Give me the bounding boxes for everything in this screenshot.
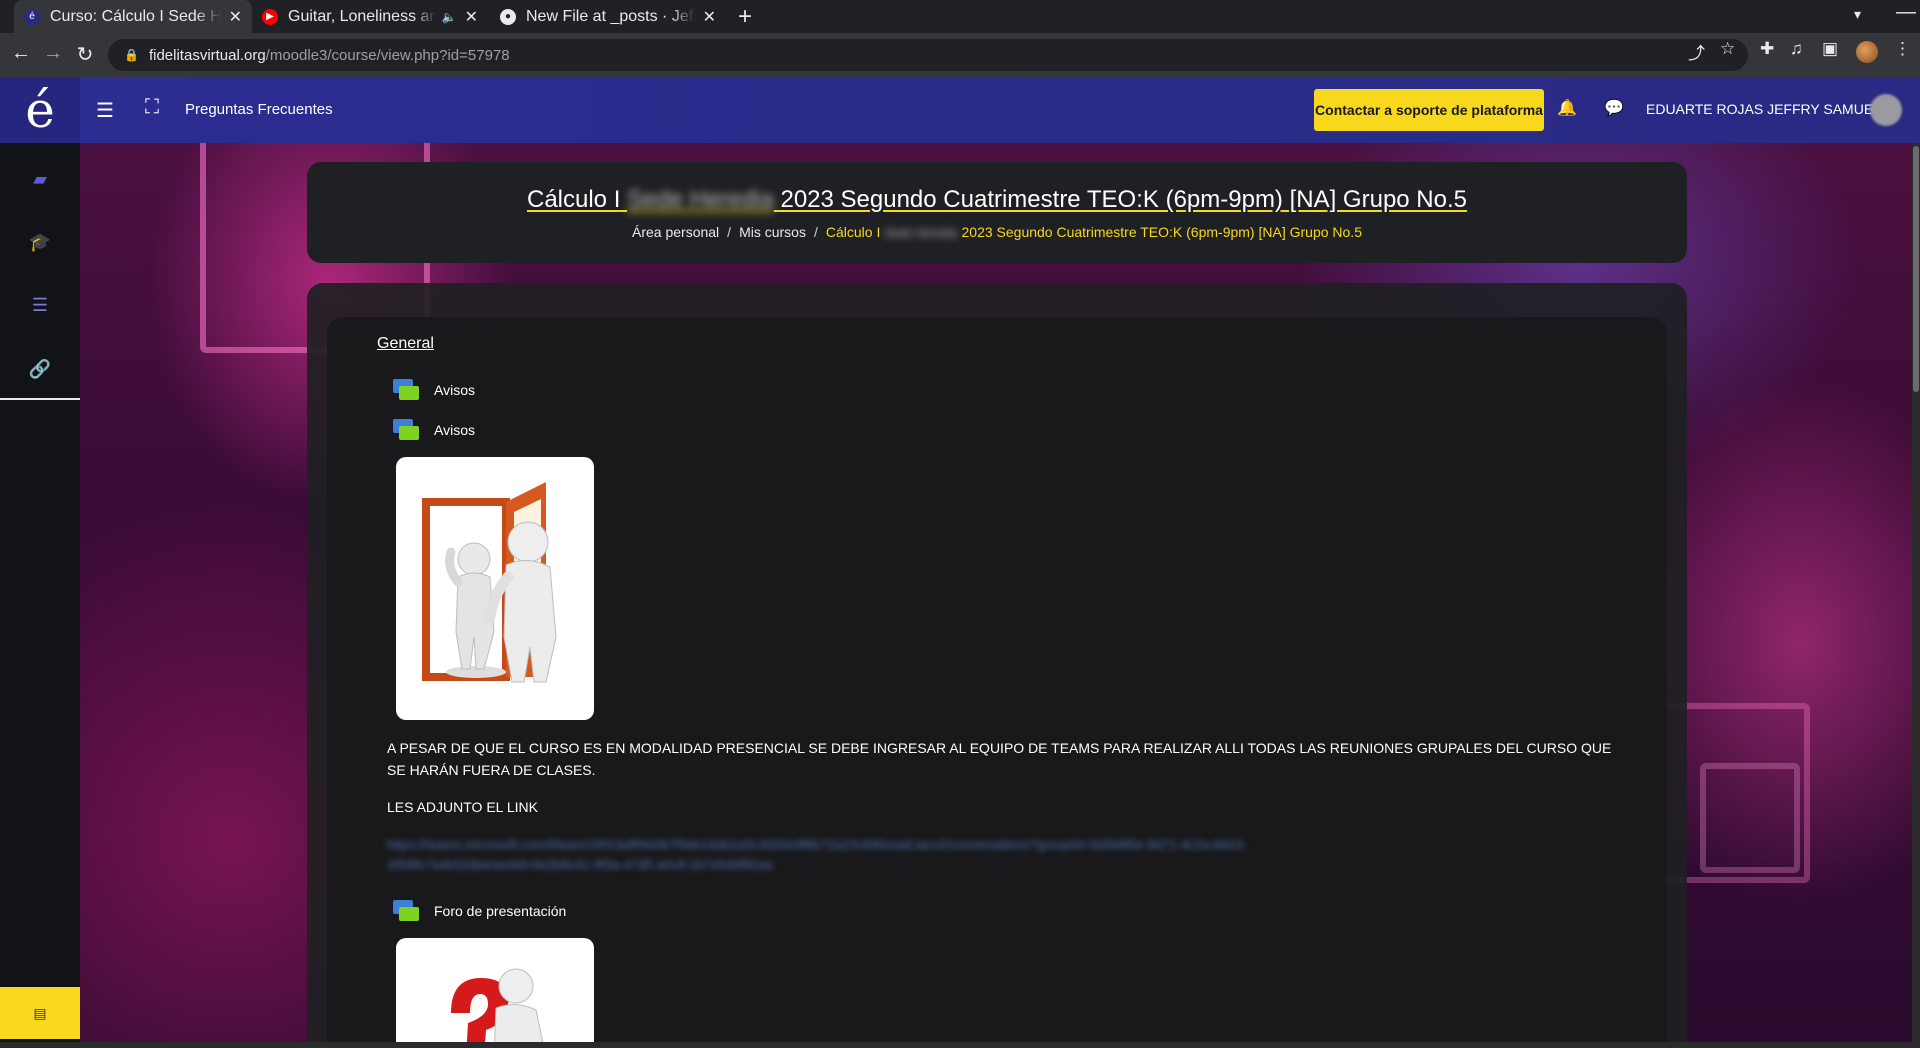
- new-tab-icon[interactable]: +: [738, 3, 752, 31]
- horizontal-scrollbar[interactable]: [0, 1042, 1920, 1048]
- course-title-prefix: Cálculo I: [526, 186, 621, 213]
- question-figure-image: [396, 938, 594, 1048]
- site-header: é ☰ ⛶ Preguntas Frecuentes Contactar a s…: [0, 77, 1920, 143]
- reload-icon[interactable]: ↻: [72, 42, 98, 67]
- tab-youtube[interactable]: ▶ Guitar, Loneliness and 🔈 ✕: [252, 0, 488, 33]
- close-tab-icon[interactable]: ✕: [465, 7, 478, 27]
- breadcrumb: Área personal / Mis cursos / Cálculo I Sede …: [632, 224, 1362, 240]
- url-path: /moodle3/course/view.php?id=57978: [265, 46, 510, 64]
- left-sidebar: ▰ 🎓 ☰ 🔗 ▤: [0, 143, 80, 1048]
- door-figure-image: [396, 457, 594, 720]
- extensions-puzzle-icon[interactable]: ✚: [1760, 39, 1774, 59]
- notifications-bell-icon[interactable]: 🔔: [1557, 98, 1577, 118]
- fullscreen-icon[interactable]: ⛶: [145, 96, 159, 119]
- messages-chat-icon[interactable]: 💬: [1604, 98, 1624, 118]
- breadcrumb-current-suffix: 2023 Segundo Cuatrimestre TEO:K (6pm-9pm…: [961, 224, 1362, 240]
- announcement-link-intro: LES ADJUNTO EL LINK: [387, 799, 538, 815]
- side-panel-icon[interactable]: ▣: [1822, 39, 1838, 59]
- sidebar-bottom-button[interactable]: ▤: [0, 987, 80, 1039]
- tab-course[interactable]: é Curso: Cálculo I Sede Heredia ✕: [14, 0, 252, 33]
- profile-avatar[interactable]: [1856, 41, 1878, 63]
- breadcrumb-current-prefix: Cálculo I: [825, 224, 881, 240]
- github-favicon-icon: ●: [500, 8, 516, 25]
- lock-icon: 🔒: [124, 48, 139, 62]
- teams-link-redacted[interactable]: https://teams.microsoft.com/l/team/19%3a…: [387, 835, 1437, 875]
- media-control-icon[interactable]: ♫: [1790, 39, 1803, 59]
- close-tab-icon[interactable]: ✕: [703, 7, 716, 27]
- graduation-cap-icon[interactable]: 🎓: [0, 232, 80, 253]
- window-minimize-icon[interactable]: —: [1896, 1, 1916, 24]
- forum-icon: [393, 418, 419, 442]
- course-book-icon[interactable]: ▰: [0, 169, 80, 190]
- forum-icon: [393, 378, 419, 402]
- activity-label: Foro de presentación: [434, 903, 567, 919]
- close-tab-icon[interactable]: ✕: [229, 7, 242, 27]
- audio-playing-icon[interactable]: 🔈: [442, 10, 457, 24]
- course-title[interactable]: Cálculo I Sede Heredia 2023 Segundo Cuat…: [307, 186, 1687, 214]
- activity-label: Avisos: [434, 382, 475, 398]
- archive-icon: ▤: [33, 1004, 47, 1021]
- tab-search-chevron-icon[interactable]: ▾: [1854, 6, 1861, 23]
- browser-tab-strip: é Curso: Cálculo I Sede Heredia ✕ ▶ Guit…: [0, 0, 1920, 33]
- tab-github[interactable]: ● New File at _posts · Jeffson ✕: [490, 0, 726, 33]
- youtube-favicon-icon: ▶: [262, 8, 278, 25]
- breadcrumb-my-courses[interactable]: Mis cursos: [739, 224, 806, 240]
- support-button[interactable]: Contactar a soporte de plataforma: [1314, 89, 1544, 131]
- page-scrollbar-thumb[interactable]: [1913, 146, 1919, 392]
- section-title[interactable]: General: [377, 335, 434, 353]
- breadcrumb-current[interactable]: Cálculo I Sede Heredia 2023 Segundo Cuat…: [826, 224, 1362, 240]
- browser-toolbar: ← → ↻ 🔒 fidelitasvirtual.org/moodle3/cou…: [0, 33, 1920, 77]
- user-avatar[interactable]: [1870, 94, 1902, 126]
- activity-label: Avisos: [434, 422, 475, 438]
- activity-forum[interactable]: Avisos: [393, 377, 475, 403]
- course-title-suffix: 2023 Segundo Cuatrimestre TEO:K (6pm-9pm…: [780, 186, 1467, 213]
- url-host: fidelitasvirtual.org: [148, 46, 266, 64]
- announcement-paragraph: A PESAR DE QUE EL CURSO ES EN MODALIDAD …: [387, 740, 1612, 778]
- forum-icon: [393, 899, 419, 923]
- chrome-menu-icon[interactable]: ⋮: [1894, 39, 1911, 59]
- sidebar-divider: [0, 398, 80, 400]
- share-icon[interactable]: ⤴: [1688, 39, 1705, 64]
- link-icon[interactable]: 🔗: [0, 359, 80, 380]
- course-title-redacted: Sede Heredia: [627, 186, 774, 213]
- bookmark-star-icon[interactable]: ☆: [1720, 39, 1735, 59]
- tab-title: New File at _posts · Jeffson: [526, 7, 695, 25]
- breadcrumb-home[interactable]: Área personal: [632, 224, 719, 240]
- tab-title: Guitar, Loneliness and: [288, 7, 436, 25]
- address-bar[interactable]: 🔒 fidelitasvirtual.org/moodle3/course/vi…: [108, 39, 1748, 71]
- course-header-card: Cálculo I Sede Heredia 2023 Segundo Cuat…: [307, 162, 1687, 263]
- back-arrow-icon[interactable]: ←: [8, 42, 34, 65]
- activity-forum[interactable]: Avisos: [393, 417, 475, 443]
- hamburger-menu-icon[interactable]: ☰: [96, 98, 114, 123]
- breadcrumb-current-redacted: Sede Heredia: [884, 226, 958, 240]
- activity-forum[interactable]: Foro de presentación: [393, 898, 566, 924]
- forward-arrow-icon[interactable]: →: [40, 42, 66, 65]
- moodle-favicon-icon: é: [24, 8, 40, 25]
- tab-title: Curso: Cálculo I Sede Heredia: [50, 7, 221, 25]
- faq-link[interactable]: Preguntas Frecuentes: [185, 101, 333, 118]
- site-logo[interactable]: é: [0, 77, 80, 143]
- list-icon[interactable]: ☰: [0, 295, 80, 316]
- user-name[interactable]: EDUARTE ROJAS JEFFRY SAMUEL: [1646, 101, 1881, 117]
